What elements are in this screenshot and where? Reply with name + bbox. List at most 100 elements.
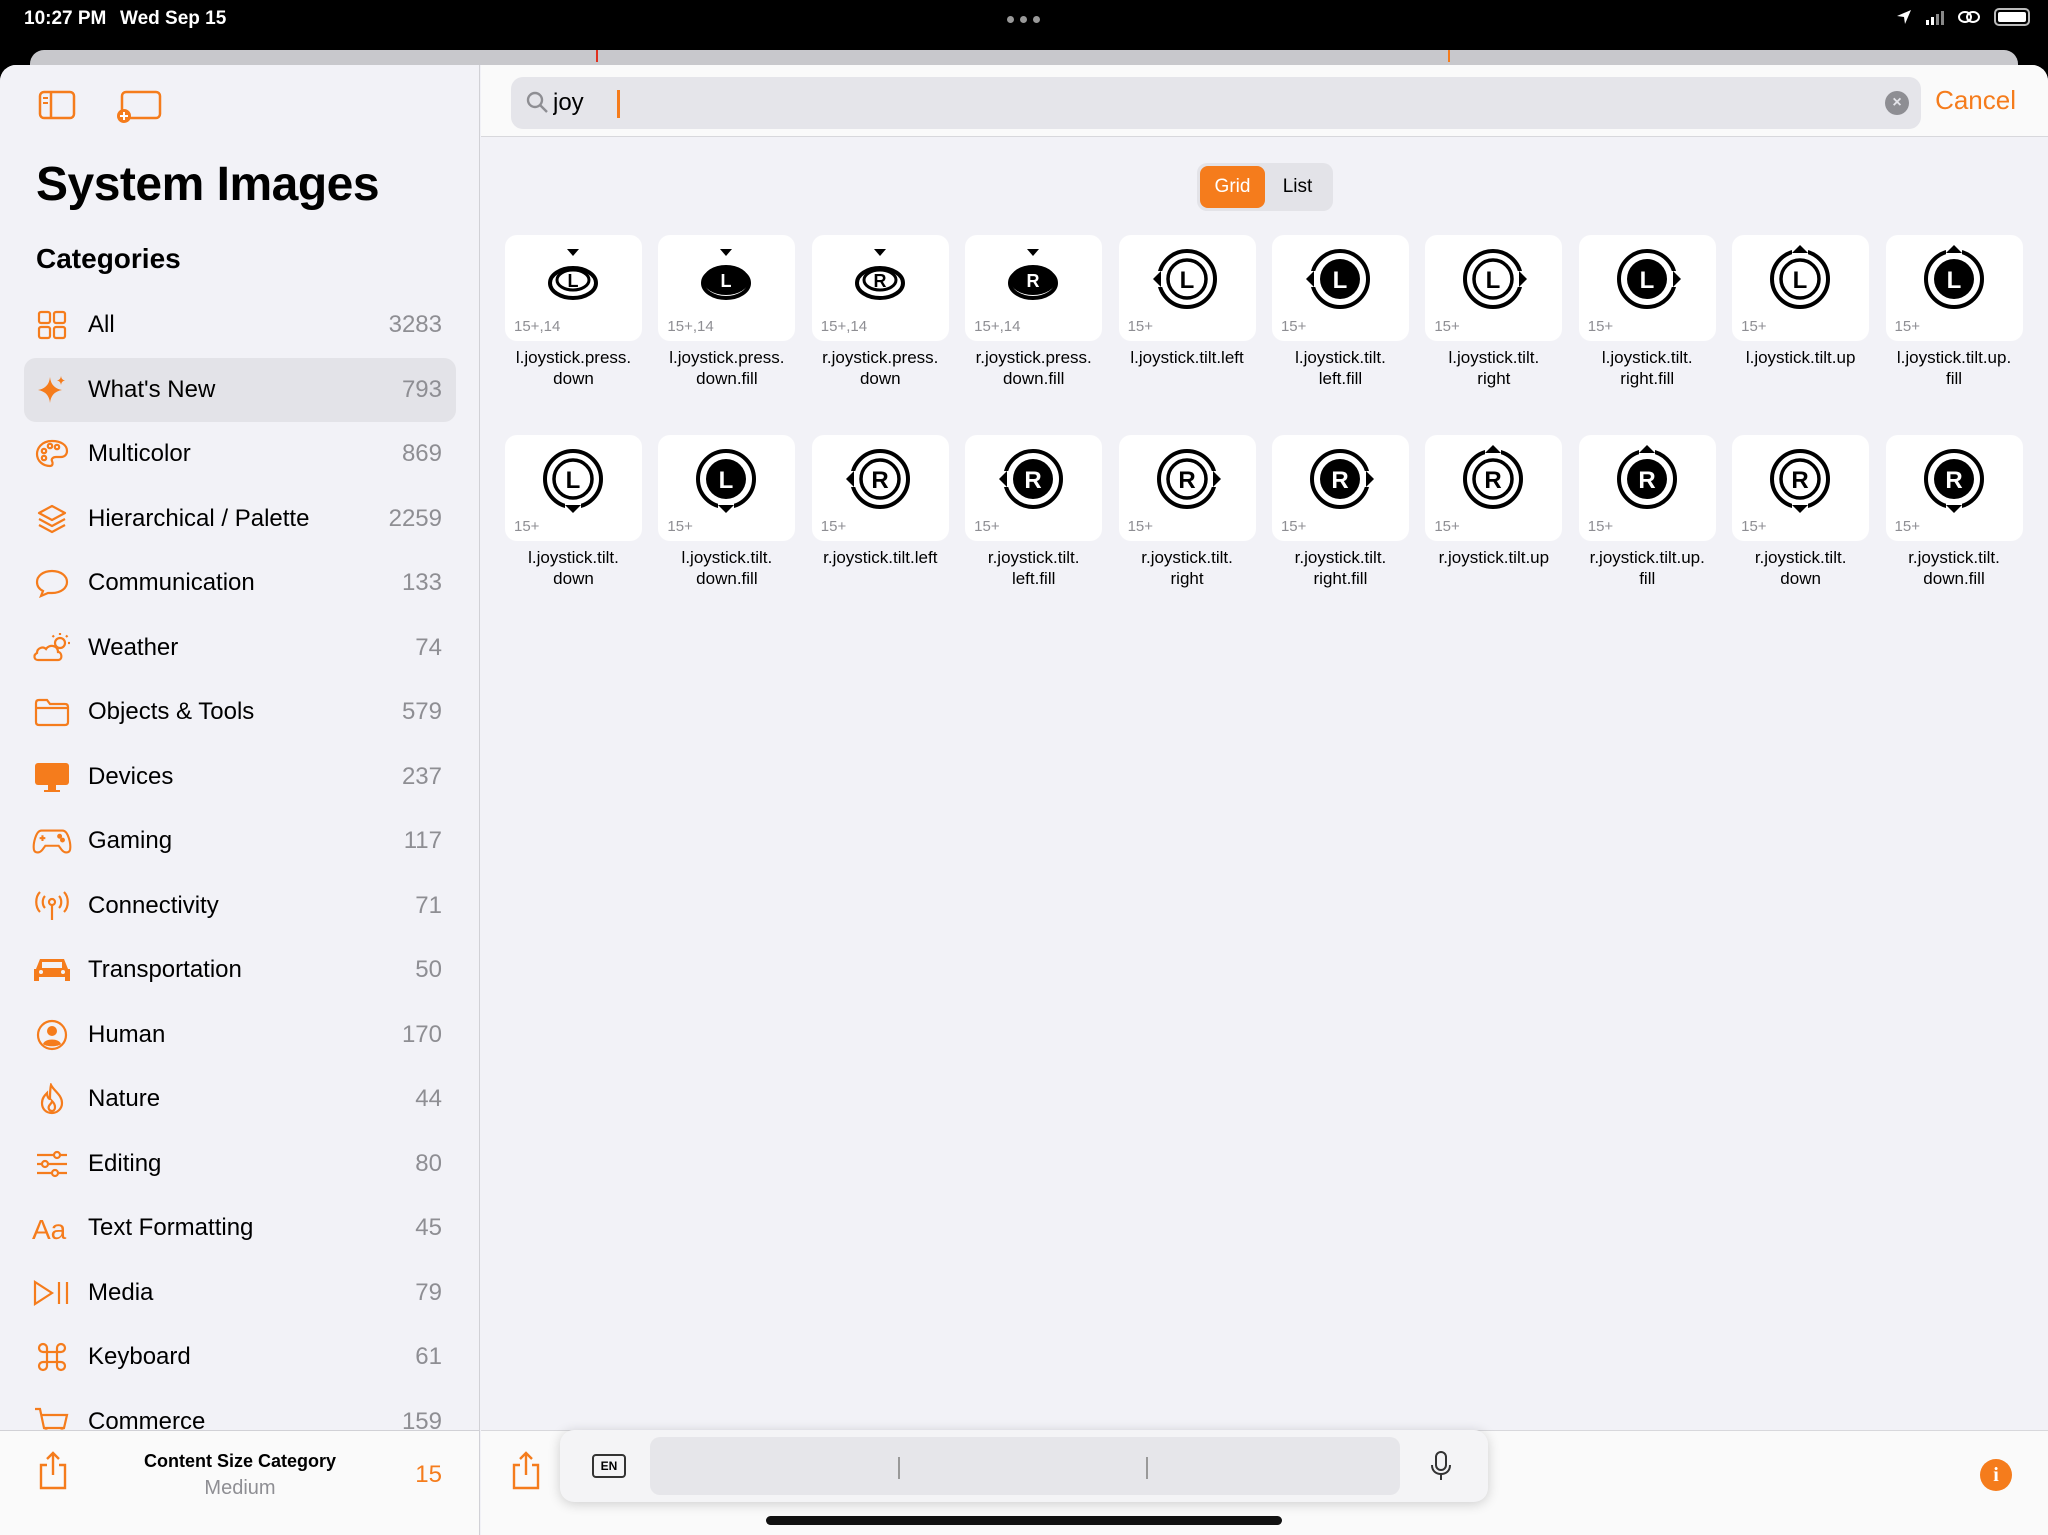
symbol-tile[interactable]: L 15+ bbox=[658, 435, 796, 541]
cancel-button[interactable]: Cancel bbox=[1935, 85, 2016, 116]
svg-text:R: R bbox=[873, 271, 886, 291]
symbol-tile[interactable]: R 15+ bbox=[811, 435, 949, 541]
symbol-cell[interactable]: R 15+ r.joystick.tilt. left.fill bbox=[965, 435, 1103, 589]
category-label: Media bbox=[88, 1278, 154, 1306]
category-whats-new[interactable]: What's New 793 bbox=[24, 357, 456, 422]
new-window-icon[interactable] bbox=[116, 90, 162, 124]
symbol-cell[interactable]: L 15+ l.joystick.tilt.left bbox=[1118, 235, 1256, 389]
list-segment[interactable]: List bbox=[1265, 166, 1330, 208]
symbol-tile[interactable]: R 15+ bbox=[1425, 435, 1563, 541]
category-all[interactable]: All 3283 bbox=[24, 293, 456, 358]
symbol-tile[interactable]: R 15+ bbox=[1271, 435, 1409, 541]
symbol-cell[interactable]: R 15+ r.joystick.tilt. down.fill bbox=[1885, 435, 2023, 589]
symbol-tile[interactable]: L 15+ bbox=[1578, 235, 1716, 341]
multitasking-dots-icon[interactable] bbox=[1007, 16, 1040, 23]
joystick-icon: R bbox=[1008, 249, 1059, 300]
symbol-cell[interactable]: R 15+,14 r.joystick.press. down bbox=[811, 235, 949, 389]
category-gaming[interactable]: Gaming 117 bbox=[24, 809, 456, 874]
symbol-cell[interactable]: L 15+,14 l.joystick.press. down.fill bbox=[658, 235, 796, 389]
availability-label: 15+,14 bbox=[667, 318, 714, 335]
symbol-tile[interactable]: R 15+,14 bbox=[965, 235, 1103, 341]
category-objects-tools[interactable]: Objects & Tools 579 bbox=[24, 680, 456, 745]
microphone-icon[interactable] bbox=[1430, 1450, 1452, 1482]
desktop-icon bbox=[32, 757, 72, 797]
symbol-tile[interactable]: L 15+,14 bbox=[658, 235, 796, 341]
symbol-cell[interactable]: R 15+ r.joystick.tilt. right.fill bbox=[1271, 435, 1409, 589]
share-icon[interactable] bbox=[38, 1451, 68, 1491]
symbol-tile[interactable]: L 15+ bbox=[1885, 235, 2023, 341]
symbol-cell[interactable]: L 15+ l.joystick.tilt. down.fill bbox=[658, 435, 796, 589]
share-icon[interactable] bbox=[511, 1451, 541, 1491]
symbol-cell[interactable]: R 15+ r.joystick.tilt. right bbox=[1118, 435, 1256, 589]
svg-text:L: L bbox=[1333, 267, 1348, 294]
content-size-number[interactable]: 15 bbox=[415, 1461, 442, 1489]
symbol-cell[interactable]: L 15+ l.joystick.tilt.up bbox=[1732, 235, 1870, 389]
symbol-tile[interactable]: R 15+,14 bbox=[811, 235, 949, 341]
predictive-text-bar[interactable] bbox=[650, 1437, 1400, 1495]
symbol-name: l.joystick.tilt. left.fill bbox=[1295, 348, 1386, 388]
category-connectivity[interactable]: Connectivity 71 bbox=[24, 874, 456, 939]
keyboard-language-button[interactable]: EN bbox=[592, 1454, 626, 1478]
symbol-cell[interactable]: L 15+ l.joystick.tilt. right bbox=[1425, 235, 1563, 389]
svg-text:L: L bbox=[568, 271, 579, 291]
symbol-name: r.joystick.press. down.fill bbox=[975, 348, 1092, 388]
joystick-icon: L bbox=[1463, 249, 1530, 309]
svg-text:R: R bbox=[1638, 467, 1655, 494]
content-size-value[interactable]: Medium bbox=[100, 1477, 380, 1500]
search-input[interactable] bbox=[553, 84, 1853, 122]
symbol-cell[interactable]: L 15+ l.joystick.tilt. left.fill bbox=[1271, 235, 1409, 389]
symbol-tile[interactable]: R 15+ bbox=[965, 435, 1103, 541]
symbol-tile[interactable]: R 15+ bbox=[1118, 435, 1256, 541]
symbol-cell[interactable]: L 15+,14 l.joystick.press. down bbox=[505, 235, 642, 389]
category-count: 61 bbox=[415, 1343, 442, 1371]
category-editing[interactable]: Editing 80 bbox=[24, 1132, 456, 1197]
symbol-tile[interactable]: L 15+,14 bbox=[505, 235, 642, 341]
playpause-icon bbox=[32, 1273, 72, 1313]
category-keyboard[interactable]: Keyboard 61 bbox=[24, 1325, 456, 1390]
symbol-tile[interactable]: L 15+ bbox=[1425, 235, 1563, 341]
category-count: 50 bbox=[415, 956, 442, 984]
symbol-name: r.joystick.tilt.left bbox=[823, 548, 938, 567]
layers-icon bbox=[32, 499, 72, 539]
symbol-cell[interactable]: R 15+ r.joystick.tilt.up. fill bbox=[1578, 435, 1716, 589]
symbol-tile[interactable]: R 15+ bbox=[1732, 435, 1870, 541]
availability-label: 15+ bbox=[820, 518, 847, 535]
symbol-cell[interactable]: L 15+ l.joystick.tilt. down bbox=[505, 435, 642, 589]
symbol-tile[interactable]: R 15+ bbox=[1885, 435, 2023, 541]
category-human[interactable]: Human 170 bbox=[24, 1003, 456, 1068]
category-text-formatting[interactable]: Aa Text Formatting 45 bbox=[24, 1196, 456, 1261]
sidebar-toggle-icon[interactable] bbox=[38, 90, 76, 120]
category-weather[interactable]: Weather 74 bbox=[24, 616, 456, 681]
symbol-cell[interactable]: R 15+ r.joystick.tilt.up bbox=[1425, 435, 1563, 589]
symbol-tile[interactable]: L 15+ bbox=[1271, 235, 1409, 341]
grid-segment[interactable]: Grid bbox=[1200, 166, 1265, 208]
search-field[interactable]: × bbox=[511, 77, 1921, 129]
symbol-cell[interactable]: L 15+ l.joystick.tilt. right.fill bbox=[1578, 235, 1716, 389]
category-multicolor[interactable]: Multicolor 869 bbox=[24, 422, 456, 487]
symbol-cell[interactable]: L 15+ l.joystick.tilt.up. fill bbox=[1885, 235, 2023, 389]
availability-label: 15+ bbox=[1434, 318, 1460, 335]
symbol-cell[interactable]: R 15+ r.joystick.tilt.left bbox=[811, 435, 949, 589]
category-label: Human bbox=[88, 1020, 166, 1048]
category-hierarchical-palette[interactable]: Hierarchical / Palette 2259 bbox=[24, 487, 456, 552]
symbol-tile[interactable]: R 15+ bbox=[1578, 435, 1716, 541]
symbol-tile[interactable]: L 15+ bbox=[505, 435, 642, 541]
category-devices[interactable]: Devices 237 bbox=[24, 745, 456, 810]
symbol-name: r.joystick.tilt. down bbox=[1754, 548, 1847, 588]
symbol-cell[interactable]: R 15+ r.joystick.tilt. down bbox=[1732, 435, 1870, 589]
symbol-tile[interactable]: L 15+ bbox=[1732, 235, 1870, 341]
availability-label: 15+,14 bbox=[514, 318, 561, 335]
category-label: Communication bbox=[88, 569, 255, 597]
joystick-icon: L bbox=[696, 449, 757, 515]
category-transportation[interactable]: Transportation 50 bbox=[24, 938, 456, 1003]
symbol-cell[interactable]: R 15+,14 r.joystick.press. down.fill bbox=[965, 235, 1103, 389]
symbol-tile[interactable]: L 15+ bbox=[1118, 235, 1256, 341]
joystick-icon: R bbox=[843, 449, 910, 509]
category-communication[interactable]: Communication 133 bbox=[24, 551, 456, 616]
svg-text:L: L bbox=[721, 271, 732, 291]
category-media[interactable]: Media 79 bbox=[24, 1261, 456, 1326]
clear-search-icon[interactable]: × bbox=[1885, 91, 1909, 115]
category-nature[interactable]: Nature 44 bbox=[24, 1067, 456, 1132]
joystick-icon: R bbox=[997, 449, 1064, 509]
info-icon[interactable]: i bbox=[1980, 1459, 2012, 1491]
